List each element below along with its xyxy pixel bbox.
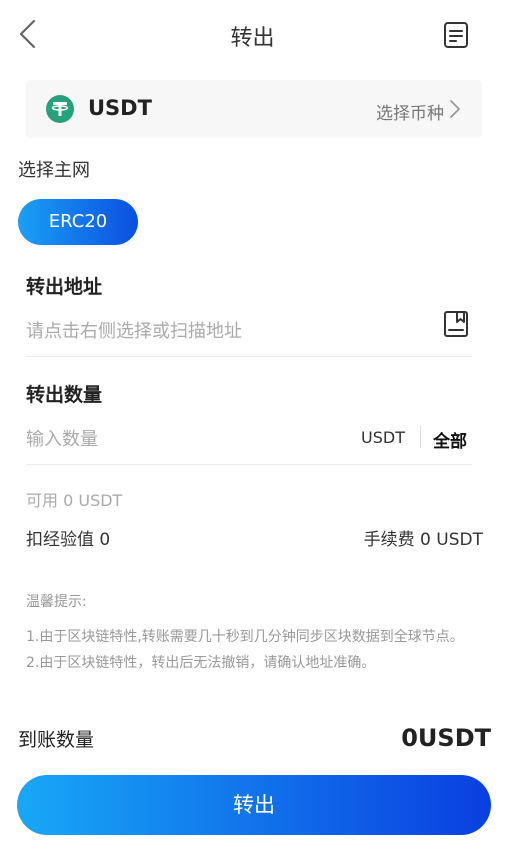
tip-line-2: 2.由于区块链特性，转出后无法撤销，请确认地址准确。 bbox=[26, 655, 376, 671]
record-button[interactable] bbox=[442, 20, 470, 50]
available-balance: 可用 0 USDT bbox=[26, 491, 123, 510]
chevron-right-icon bbox=[450, 100, 460, 118]
select-coin-label: 选择币种 bbox=[376, 104, 444, 124]
address-book-icon bbox=[444, 311, 468, 337]
deduct-experience: 扣经验值 0 bbox=[26, 530, 111, 550]
page-title: 转出 bbox=[230, 26, 275, 51]
address-input[interactable] bbox=[26, 316, 426, 346]
tip-line-1: 1.由于区块链特性,转账需要几十秒到几分钟同步区块数据到全球节点。 bbox=[26, 629, 464, 645]
submit-button[interactable]: 转出 bbox=[17, 775, 491, 835]
withdraw-page: 转出 USDT 选择币种 选择主网 ERC20 转出地址 请点击右侧选择或扫描地… bbox=[0, 0, 505, 856]
address-divider bbox=[26, 356, 472, 357]
coin-name: USDT bbox=[88, 96, 152, 120]
address-title: 转出地址 bbox=[26, 276, 103, 298]
network-erc20-button[interactable]: ERC20 bbox=[18, 199, 138, 245]
receive-value: 0USDT bbox=[401, 724, 491, 752]
fee-value: 手续费 0 USDT bbox=[363, 530, 483, 550]
amount-divider bbox=[26, 464, 472, 465]
header: 转出 bbox=[0, 0, 505, 70]
amount-unit: USDT bbox=[361, 428, 405, 447]
amount-separator bbox=[420, 426, 421, 448]
coin-select-card[interactable]: USDT 选择币种 bbox=[26, 80, 482, 138]
amount-title: 转出数量 bbox=[26, 384, 103, 406]
amount-input[interactable] bbox=[26, 424, 326, 454]
all-button[interactable]: 全部 bbox=[433, 427, 467, 452]
tips-title: 温馨提示: bbox=[26, 594, 87, 610]
receive-label: 到账数量 bbox=[18, 729, 95, 751]
address-book-button[interactable] bbox=[442, 309, 470, 339]
network-label: 选择主网 bbox=[18, 160, 90, 181]
tether-logo bbox=[46, 95, 74, 123]
tips-body: 1.由于区块链特性,转账需要几十秒到几分钟同步区块数据到全球节点。 2.由于区块… bbox=[26, 624, 486, 676]
record-list-icon bbox=[444, 22, 468, 48]
